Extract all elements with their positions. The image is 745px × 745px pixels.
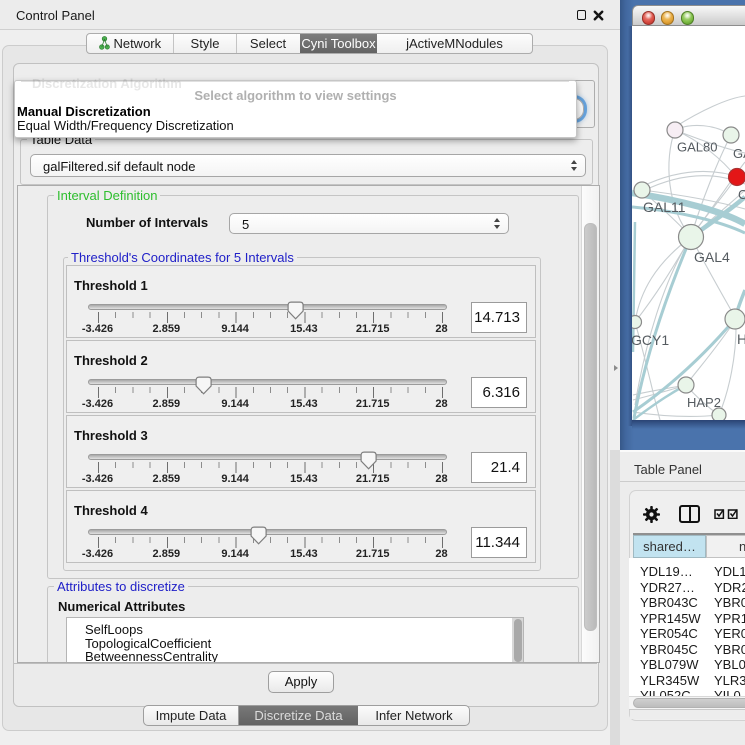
svg-text:GAL11: GAL11 <box>643 199 686 215</box>
svg-text:CY: CY <box>738 187 745 202</box>
svg-text:HI: HI <box>737 331 745 347</box>
svg-text:GA: GA <box>733 146 745 161</box>
svg-text:GCY1: GCY1 <box>632 332 669 348</box>
svg-text:GAL4: GAL4 <box>694 249 730 265</box>
svg-text:GAL80: GAL80 <box>677 140 717 155</box>
svg-text:HAP2: HAP2 <box>687 395 721 410</box>
